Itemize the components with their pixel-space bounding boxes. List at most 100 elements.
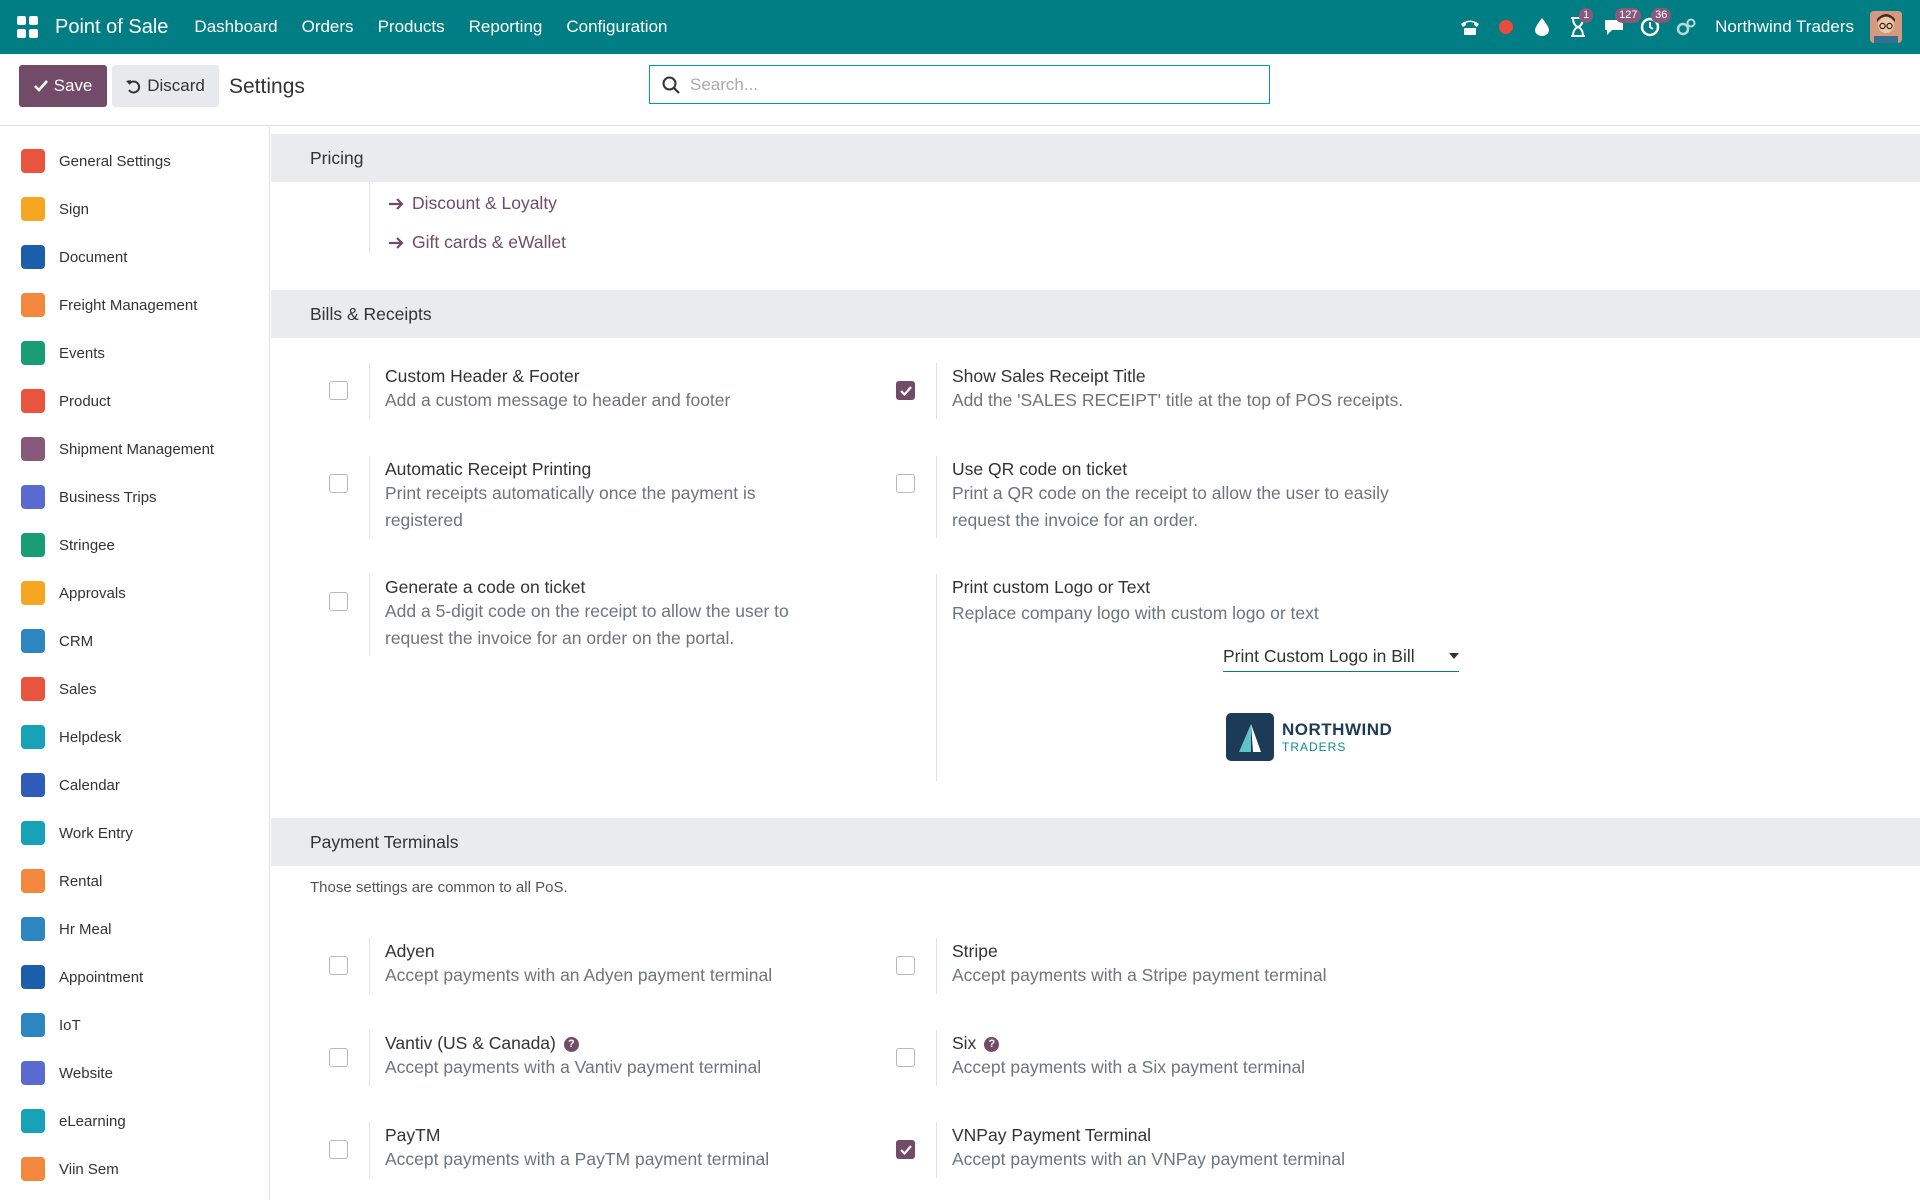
option-title: Use QR code on ticket [952, 459, 1128, 479]
help-icon[interactable]: ? [563, 1036, 579, 1052]
save-button[interactable]: Save [19, 65, 107, 107]
search-icon [662, 76, 680, 94]
sidebar-item-calendar[interactable]: Calendar [0, 761, 269, 809]
search-input[interactable] [690, 74, 1230, 95]
option-desc: Add the 'SALES RECEIPT' title at the top… [952, 390, 1404, 410]
sidebar-item-website[interactable]: Website [0, 1049, 269, 1097]
sidebar-item-label: Rental [59, 872, 103, 890]
sidebar-item-label: IoT [59, 1016, 81, 1034]
sidebar-item-label: CRM [59, 632, 94, 650]
sidebar-item-stringee[interactable]: Stringee [0, 521, 269, 569]
option-desc: Print a QR code on the receipt to allow … [952, 483, 1389, 530]
logo-mode-select[interactable]: Print Custom Logo in Bill [1223, 641, 1459, 672]
menu-reporting[interactable]: Reporting [457, 17, 555, 37]
sidebar-item-label: Stringee [59, 536, 115, 554]
sidebar-item-label: Approvals [59, 584, 126, 602]
vnpay-checkbox[interactable] [896, 1140, 915, 1159]
discount-loyalty-link[interactable]: Discount & Loyalty [388, 193, 557, 214]
option-title: Six [952, 1033, 977, 1053]
generate-code-checkbox[interactable] [329, 592, 348, 611]
activity-icon[interactable]: 1 [1565, 8, 1594, 40]
sidebar-item-hr-meal[interactable]: Hr Meal [0, 905, 269, 953]
elearning-icon [21, 1109, 45, 1133]
paytm-checkbox[interactable] [329, 1140, 348, 1159]
discard-button[interactable]: Discard [112, 65, 219, 107]
sidebar-item-rental[interactable]: Rental [0, 857, 269, 905]
messages-icon[interactable]: 127 [1601, 8, 1642, 40]
menu-products[interactable]: Products [366, 17, 457, 37]
qr-code-checkbox[interactable] [896, 474, 915, 493]
gift-cards-link[interactable]: Gift cards & eWallet [388, 232, 566, 253]
discard-label: Discard [147, 76, 205, 95]
sidebar-item-product[interactable]: Product [0, 377, 269, 425]
user-avatar[interactable] [1870, 11, 1902, 43]
rental-icon [21, 869, 45, 893]
sidebar-item-iot[interactable]: IoT [0, 1001, 269, 1049]
record-status-icon[interactable] [1493, 14, 1519, 40]
link-label: Discount & Loyalty [412, 193, 557, 213]
sidebar-item-label: Shipment Management [59, 440, 215, 458]
divider [369, 1030, 370, 1086]
option-desc: Print receipts automatically once the pa… [385, 483, 756, 530]
sidebar-item-general-settings[interactable]: General Settings [0, 137, 269, 185]
sidebar-item-crm[interactable]: CRM [0, 617, 269, 665]
gears-icon[interactable] [1673, 14, 1699, 40]
approvals-icon [21, 581, 45, 605]
vantiv-checkbox[interactable] [329, 1048, 348, 1067]
business-trips-icon [21, 485, 45, 509]
bills-heading: Bills & Receipts [271, 290, 1920, 338]
stripe-checkbox[interactable] [896, 956, 915, 975]
phone-icon[interactable] [1457, 14, 1483, 40]
company-switcher[interactable]: Northwind Traders [1715, 17, 1854, 37]
sidebar-item-label: General Settings [59, 152, 171, 170]
sidebar-item-helpdesk[interactable]: Helpdesk [0, 713, 269, 761]
website-icon [21, 1061, 45, 1085]
sign-icon [21, 197, 45, 221]
apps-menu-icon[interactable] [17, 16, 39, 38]
adyen-checkbox[interactable] [329, 956, 348, 975]
save-label: Save [53, 76, 93, 95]
app-brand[interactable]: Point of Sale [55, 16, 168, 39]
sidebar-item-label: Work Entry [59, 824, 133, 842]
sidebar-item-business-trips[interactable]: Business Trips [0, 473, 269, 521]
sidebar-item-viin-sem[interactable]: Viin Sem [0, 1145, 269, 1193]
sidebar-item-approvals[interactable]: Approvals [0, 569, 269, 617]
menu-configuration[interactable]: Configuration [554, 17, 679, 37]
six-checkbox[interactable] [896, 1048, 915, 1067]
custom-logo-image[interactable]: NORTHWIND TRADERS [1226, 713, 1392, 761]
top-navbar: Point of Sale Dashboard Orders Products … [0, 0, 1920, 54]
pricing-links: Discount & Loyalty Gift cards & eWallet [271, 182, 1920, 290]
sidebar-item-work-entry[interactable]: Work Entry [0, 809, 269, 857]
option-desc: Replace company logo with custom logo or… [952, 603, 1319, 623]
divider [936, 574, 937, 781]
divider [936, 363, 937, 419]
sidebar-item-shipment-management[interactable]: Shipment Management [0, 425, 269, 473]
menu-orders[interactable]: Orders [290, 17, 366, 37]
sidebar-item-sign[interactable]: Sign [0, 185, 269, 233]
auto-receipt-printing-checkbox[interactable] [329, 474, 348, 493]
sidebar-item-label: Sales [59, 680, 97, 698]
sidebar-item-events[interactable]: Events [0, 329, 269, 377]
sidebar-item-document[interactable]: Document [0, 233, 269, 281]
pricing-heading: Pricing [271, 134, 1920, 182]
divider [369, 182, 370, 252]
systray: 1 127 36 Northwind Traders [1447, 0, 1902, 54]
logo-name: NORTHWIND [1282, 720, 1393, 739]
menu-dashboard[interactable]: Dashboard [182, 17, 289, 37]
custom-header-footer-checkbox[interactable] [329, 381, 348, 400]
divider [936, 456, 937, 538]
option-desc: Add a custom message to header and foote… [385, 390, 731, 410]
drop-icon[interactable] [1529, 14, 1555, 40]
timer-icon[interactable]: 36 [1637, 8, 1672, 40]
help-icon[interactable]: ? [984, 1036, 1000, 1052]
meal-icon [21, 917, 45, 941]
sidebar-item-freight-management[interactable]: Freight Management [0, 281, 269, 329]
sidebar-item-appointment[interactable]: Appointment [0, 953, 269, 1001]
folder-icon [21, 245, 45, 269]
logo-text: NORTHWIND TRADERS [1282, 720, 1392, 754]
sidebar-item-elearning[interactable]: eLearning [0, 1097, 269, 1145]
option-desc: Accept payments with an Adyen payment te… [385, 965, 773, 985]
undo-icon [126, 79, 141, 93]
sales-receipt-title-checkbox[interactable] [896, 381, 915, 400]
sidebar-item-sales[interactable]: Sales [0, 665, 269, 713]
